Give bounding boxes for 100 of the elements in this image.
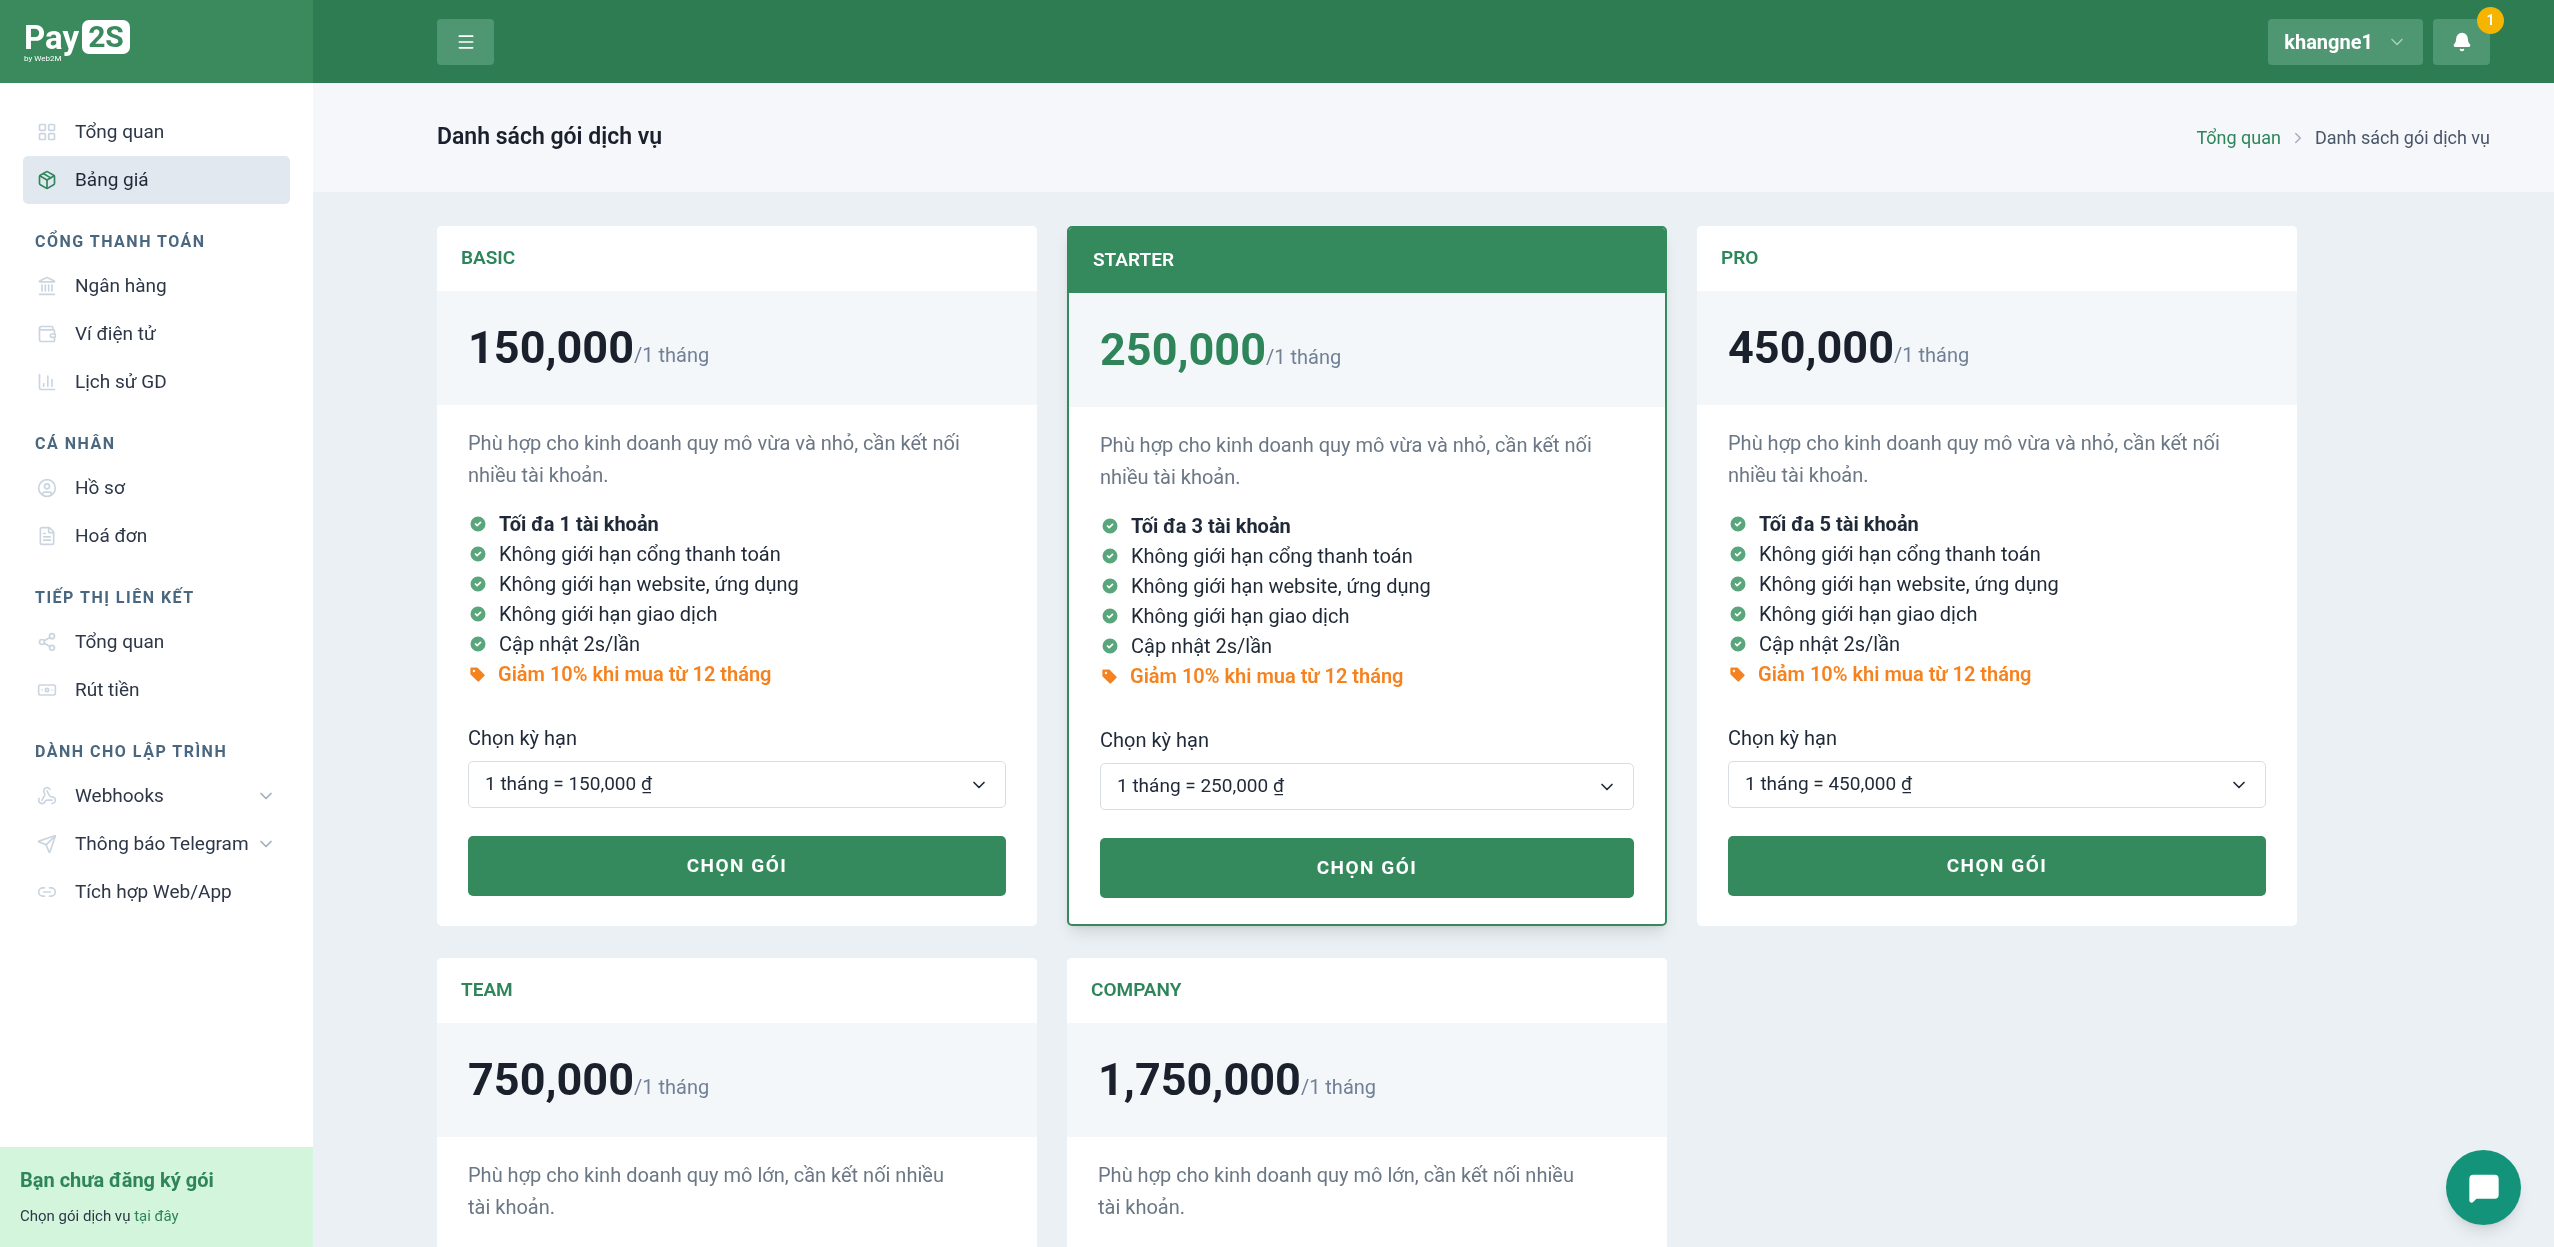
feature-text: Không giới hạn cổng thanh toán <box>1131 543 1413 570</box>
feature-text: Không giới hạn cổng thanh toán <box>1759 541 2041 568</box>
feature-text: Tối đa 5 tài khoản <box>1759 511 1919 538</box>
check-circle-icon <box>468 574 488 594</box>
notice-text: Chọn gói dịch vụ tại đây <box>20 1206 180 1227</box>
plan-description: Phù hợp cho kinh doanh quy mô vừa và nhỏ, cần kết nối nhiều tài khoản. <box>1728 430 2221 489</box>
webhook-icon <box>37 786 57 806</box>
section-heading: DÀNH CHO LẬP TRÌNH <box>34 741 229 763</box>
sidebar-item[interactable]: Hoá đơn <box>23 512 290 560</box>
sidebar-item[interactable]: Webhooks <box>23 772 290 820</box>
bell-icon <box>2451 31 2472 52</box>
breadcrumb-current: Danh sách gói dịch vụ <box>2315 126 2490 150</box>
plan-name: BASIC <box>461 245 516 272</box>
price-period: /1 tháng <box>634 343 710 367</box>
notification-badge: 1 <box>2477 6 2504 34</box>
plan-name: COMPANY <box>1091 977 1182 1004</box>
notice-title: Bạn chưa đăng ký gói <box>20 1167 215 1194</box>
check-circle-icon <box>1100 576 1120 596</box>
paper-plane-icon <box>37 834 57 854</box>
term-select[interactable]: 1 tháng = 450,000 ₫ <box>1728 761 2266 808</box>
check-circle-icon <box>1728 514 1748 534</box>
term-label: Chọn kỳ hạn <box>468 725 578 752</box>
plan-description: Phù hợp cho kinh doanh quy mô lớn, cần kết nối nhiều tài khoản. <box>468 1162 945 1221</box>
sidebar-item[interactable]: Ngân hàng <box>23 262 290 310</box>
feature-text: Không giới hạn website, ứng dụng <box>499 571 799 598</box>
logo-text: Pay <box>24 20 80 54</box>
plan-description: Phù hợp cho kinh doanh quy mô lớn, cần kết nối nhiều tài khoản. <box>1098 1162 1575 1221</box>
feature-text: Không giới hạn giao dịch <box>499 601 718 628</box>
feature-text: Cập nhật 2s/lần <box>1759 631 1901 658</box>
price-period: /1 tháng <box>634 1075 710 1099</box>
wallet-icon <box>37 324 57 344</box>
feature-text: Không giới hạn website, ứng dụng <box>1759 571 2059 598</box>
plan-name: PRO <box>1721 245 1759 272</box>
feature-text: Không giới hạn website, ứng dụng <box>1131 573 1431 600</box>
page-title: Danh sách gói dịch vụ <box>437 122 663 153</box>
choose-plan-button[interactable]: CHỌN GÓI <box>1728 836 2266 896</box>
feature-text: Cập nhật 2s/lần <box>499 631 641 658</box>
section-heading: TIẾP THỊ LIÊN KẾT <box>34 586 196 609</box>
user-menu-button[interactable]: khangne1 <box>2268 18 2423 65</box>
document-icon <box>37 526 57 546</box>
check-circle-icon <box>1100 516 1120 536</box>
plan-price: 1,750,000 <box>1098 1052 1301 1109</box>
check-circle-icon <box>1728 574 1748 594</box>
choose-plan-button[interactable]: CHỌN GÓI <box>468 836 1006 896</box>
term-label: Chọn kỳ hạn <box>1728 725 1838 752</box>
feature-text: Tối đa 3 tài khoản <box>1131 513 1291 540</box>
tag-icon <box>1100 666 1119 686</box>
promo-text: Giảm 10% khi mua từ 12 tháng <box>1758 661 2032 688</box>
box-icon <box>37 170 57 190</box>
sidebar-item[interactable]: Thông báo Telegram <box>23 820 290 868</box>
check-circle-icon <box>468 544 488 564</box>
section-heading: CỔNG THANH TOÁN <box>34 229 207 253</box>
sidebar-item[interactable]: Tổng quan <box>23 618 290 666</box>
feature-text: Không giới hạn giao dịch <box>1131 603 1350 630</box>
price-period: /1 tháng <box>1300 1075 1377 1099</box>
check-circle-icon <box>1100 606 1120 626</box>
here-link[interactable]: tại đây <box>134 1207 179 1225</box>
sidebar-item[interactable]: Rút tiền <box>23 666 290 714</box>
user-icon <box>37 478 57 498</box>
plan-description: Phù hợp cho kinh doanh quy mô vừa và nhỏ, cần kết nối nhiều tài khoản. <box>468 430 961 489</box>
sidebar-item[interactable]: Ví điện tử <box>23 310 290 358</box>
sidebar-item[interactable]: Tổng quan <box>23 108 290 156</box>
plan-name: TEAM <box>461 977 513 1004</box>
logo-badge: 2S <box>82 20 130 54</box>
choose-plan-button[interactable]: CHỌN GÓI <box>1100 838 1634 898</box>
bank-icon <box>37 276 57 296</box>
sidebar-item[interactable]: Bảng giá <box>23 156 290 204</box>
feature-text: Cập nhật 2s/lần <box>1131 633 1273 660</box>
plan-price: 750,000 <box>468 1052 634 1109</box>
check-circle-icon <box>468 604 488 624</box>
plan-price: 150,000 <box>468 320 634 377</box>
plan-price: 250,000 <box>1100 322 1266 379</box>
promo-text: Giảm 10% khi mua từ 12 tháng <box>498 661 772 688</box>
plan-price: 450,000 <box>1728 320 1894 377</box>
sidebar-item[interactable]: Hồ sơ <box>23 464 290 512</box>
plan-description: Phù hợp cho kinh doanh quy mô vừa và nhỏ, cần kết nối nhiều tài khoản. <box>1100 432 1593 491</box>
sidebar-item[interactable]: Lịch sử GD <box>23 358 290 406</box>
sidebar-item[interactable]: Tích hợp Web/App <box>23 868 290 916</box>
price-period: /1 tháng <box>1266 345 1342 369</box>
plan-name: STARTER <box>1093 247 1174 274</box>
check-circle-icon <box>468 634 488 654</box>
logo-tagline: by Web2M <box>24 55 62 63</box>
feature-text: Không giới hạn cổng thanh toán <box>499 541 781 568</box>
section-heading: CÁ NHÂN <box>34 433 117 455</box>
feature-text: Tối đa 1 tài khoản <box>499 511 659 538</box>
network-icon <box>37 632 57 652</box>
check-circle-icon <box>1728 544 1748 564</box>
check-circle-icon <box>1728 604 1748 624</box>
price-period: /1 tháng <box>1894 343 1970 367</box>
term-select[interactable]: 1 tháng = 150,000 ₫ <box>468 761 1006 808</box>
feature-text: Không giới hạn giao dịch <box>1759 601 1978 628</box>
breadcrumb-link[interactable]: Tổng quan <box>2196 124 2281 151</box>
promo-text: Giảm 10% khi mua từ 12 tháng <box>1130 663 1404 690</box>
check-circle-icon <box>1100 546 1120 566</box>
menu-button[interactable] <box>437 18 494 65</box>
check-circle-icon <box>1100 636 1120 656</box>
term-label: Chọn kỳ hạn <box>1100 727 1210 754</box>
tag-icon <box>468 664 487 684</box>
check-circle-icon <box>1728 634 1748 654</box>
term-select[interactable]: 1 tháng = 250,000 ₫ <box>1100 763 1634 810</box>
